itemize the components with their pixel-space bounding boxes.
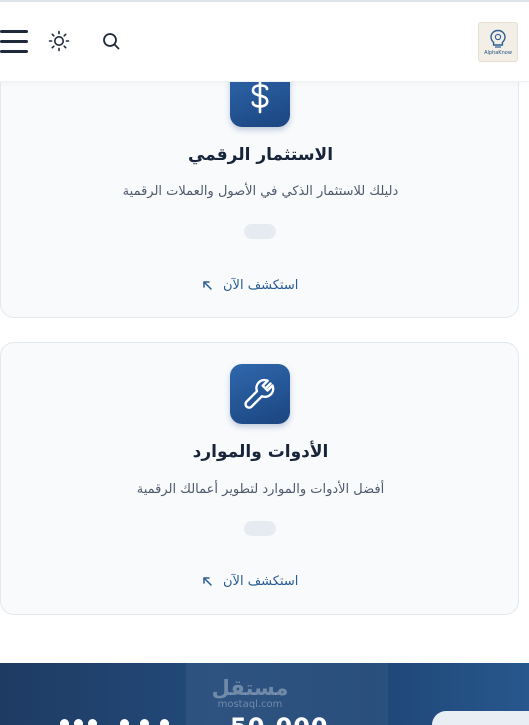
hamburger-menu-icon[interactable] xyxy=(0,28,30,54)
sun-icon[interactable] xyxy=(48,30,70,52)
site-logo[interactable]: AlphaKnow xyxy=(478,22,518,62)
arrow-up-left-icon xyxy=(203,281,212,290)
stats-banner: مستقل mostaql.com 50,000 xyxy=(0,663,529,725)
card-description: دليلك للاستثمار الذكي في الأصول والعملات… xyxy=(122,184,399,199)
logo-text: AlphaKnow xyxy=(484,49,512,56)
card-title: الاستثمار الرقمي xyxy=(187,145,334,165)
explore-now-link[interactable]: استكشف الآن xyxy=(201,571,298,591)
explore-now-link[interactable]: استكشف الآن xyxy=(201,275,298,295)
explore-now-label: استكشف الآن xyxy=(223,573,299,589)
explore-now-label: استكشف الآن xyxy=(223,277,299,293)
banner-chip xyxy=(432,711,529,725)
search-icon[interactable] xyxy=(100,30,122,52)
card-description: أفضل الأدوات والموارد لتطوير أعمالك الرق… xyxy=(136,482,385,497)
site-header: AlphaKnow xyxy=(0,0,529,82)
watermark-main: مستقل xyxy=(211,676,289,700)
top-border xyxy=(0,0,529,2)
stat-number: 50,000 xyxy=(230,713,329,725)
wrench-icon xyxy=(230,364,290,424)
watermark-sub: mostaql.com xyxy=(217,699,283,710)
arrow-up-left-icon xyxy=(203,577,212,586)
category-card-tools-resources[interactable]: الأدوات والموارد أفضل الأدوات والموارد ل… xyxy=(0,342,519,615)
lightbulb-head-icon xyxy=(490,29,506,48)
mostaql-watermark: مستقل mostaql.com xyxy=(200,677,300,710)
card-tag-placeholder xyxy=(244,521,276,536)
card-title: الأدوات والموارد xyxy=(192,442,329,462)
banner-text-fragment xyxy=(60,719,170,725)
card-tag-placeholder xyxy=(244,224,276,239)
